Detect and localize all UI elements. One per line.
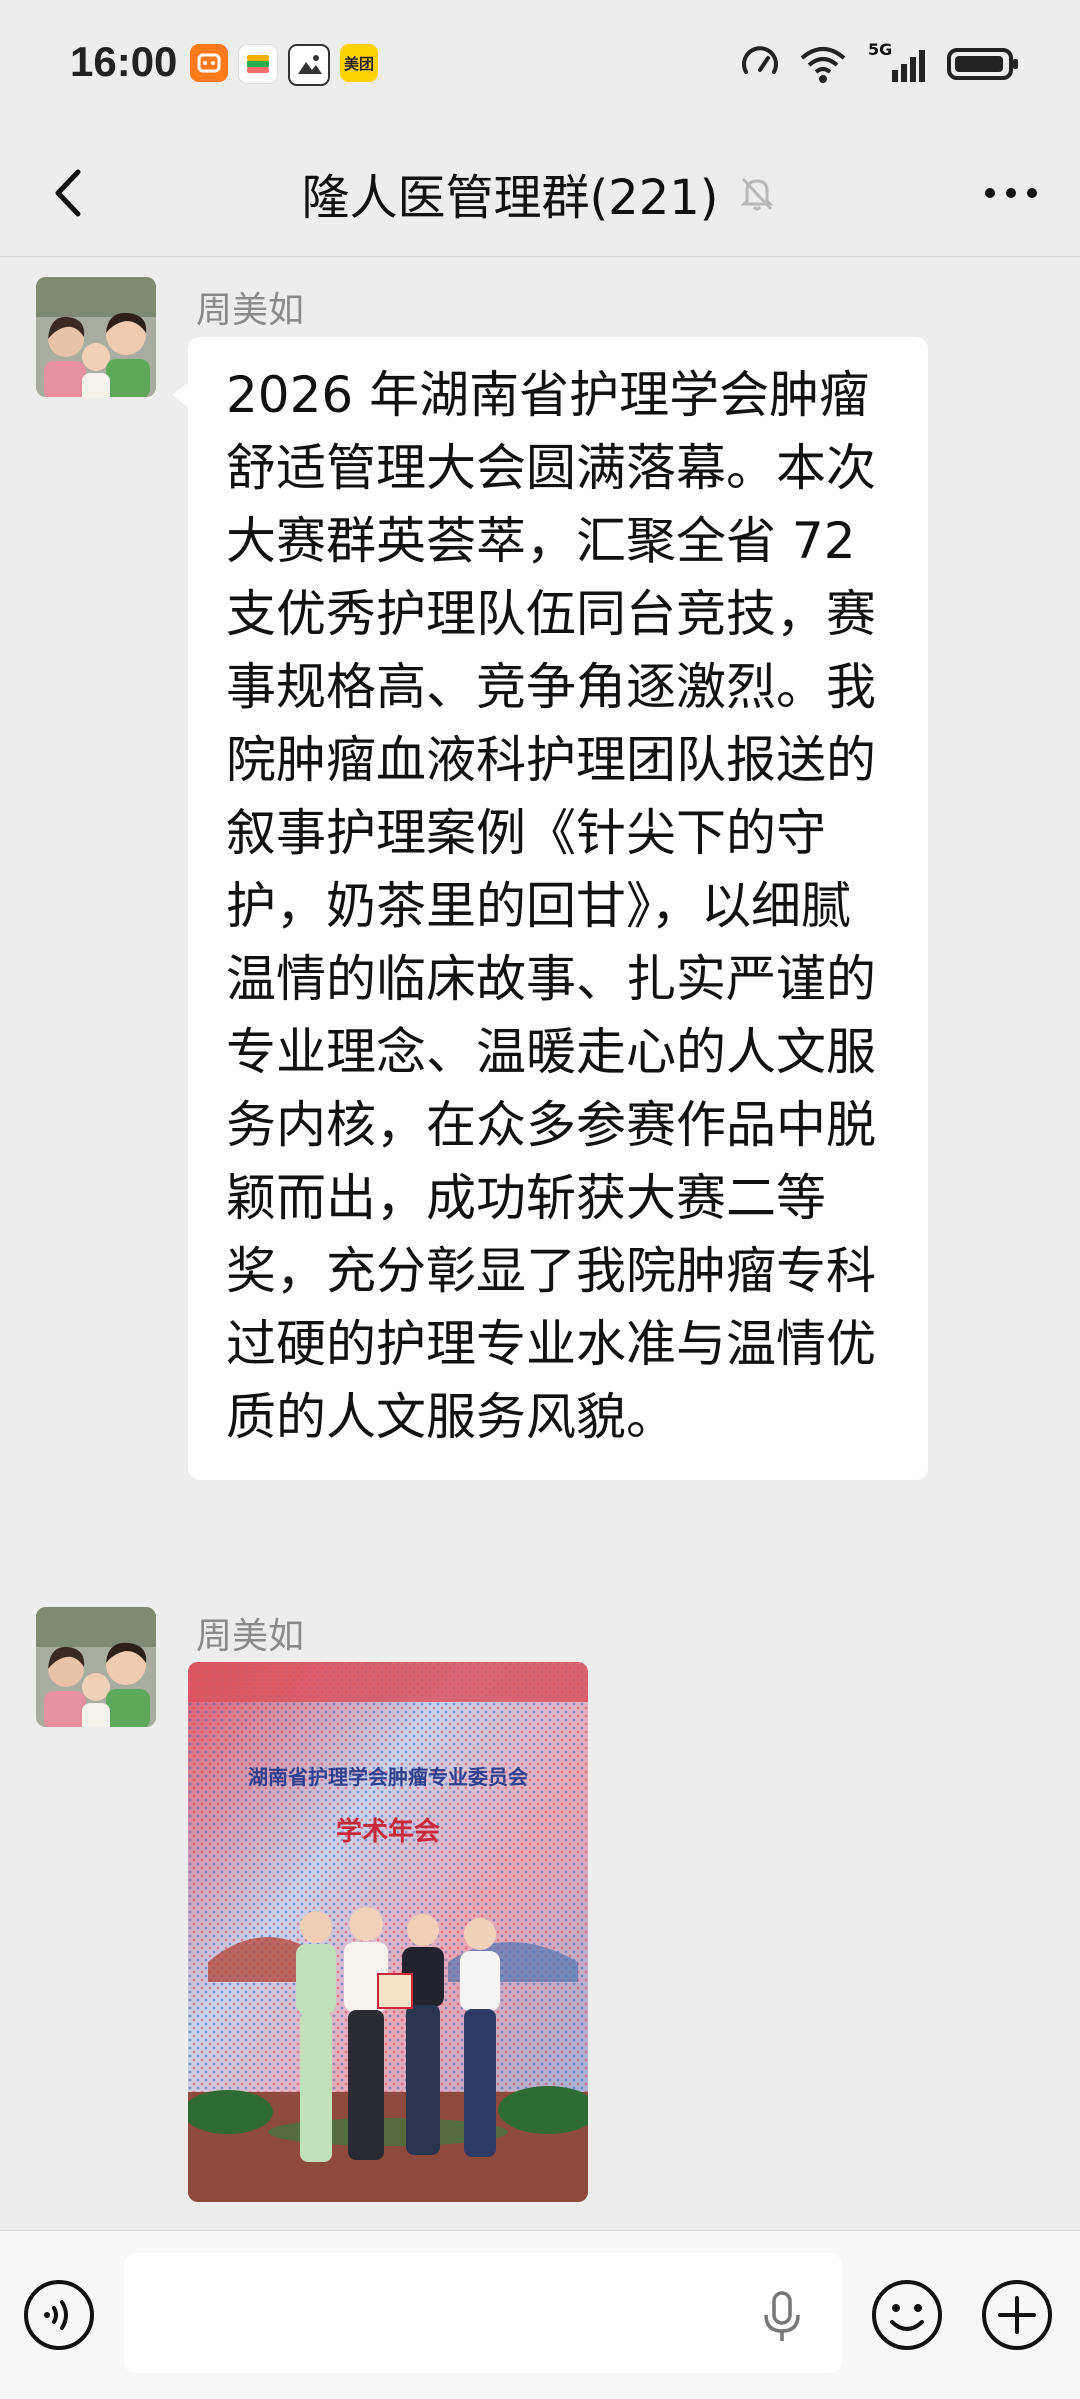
status-bar: 16:00 美团 5G [0, 0, 1080, 130]
avatar[interactable] [36, 277, 156, 397]
meituan-label: 美团 [343, 54, 374, 73]
wallet-icon [238, 44, 278, 84]
text-message-bubble[interactable]: 2026 年湖南省护理学会肿瘤舒适管理大会圆满落幕。本次大赛群英荟萃，汇聚全省 … [172, 337, 928, 1480]
meituan-icon: 美团 [340, 44, 378, 82]
more-options-button[interactable] [976, 158, 1046, 228]
sender-name: 周美如 [196, 290, 305, 331]
mute-bell-icon [739, 177, 774, 211]
chat-message: 周美如 2026 年湖南省护理学会肿瘤舒适管理大会圆满落幕。本次大赛群英荟萃，汇… [0, 267, 1080, 1587]
chat-title: 隆人医管理群(221) [301, 170, 719, 226]
taobao-icon [190, 44, 228, 82]
banner-title: 湖南省护理学会肿瘤专业委员会 [248, 1765, 528, 1789]
avatar-photo [36, 1607, 156, 1727]
more-dots-icon [985, 188, 1037, 198]
cellular-signal: 5G [864, 40, 930, 86]
avatar-photo [36, 277, 156, 397]
emoji-icon [872, 2280, 942, 2350]
wifi-icon [800, 47, 846, 83]
signal-bars-icon [892, 50, 925, 82]
banner-subtitle: 学术年会 [336, 1816, 440, 1847]
sender-name: 周美如 [196, 1616, 305, 1657]
input-bar [0, 2230, 1080, 2399]
speedometer-icon [742, 46, 778, 74]
voice-mode-icon [24, 2280, 94, 2350]
microphone-button[interactable] [760, 2289, 804, 2345]
avatar[interactable] [36, 1607, 156, 1727]
image-message[interactable]: 湖南省护理学会肿瘤专业委员会 学术年会 [188, 1662, 588, 2202]
emoji-button[interactable] [868, 2276, 946, 2354]
battery-icon [947, 48, 1018, 80]
system-status: 5G [738, 40, 1020, 86]
status-time: 16:00 [70, 38, 178, 85]
microphone-icon [764, 2291, 800, 2341]
plus-icon [982, 2280, 1052, 2350]
plus-button[interactable] [978, 2276, 1056, 2354]
chat-header: 隆人医管理群(221) [0, 130, 1080, 257]
voice-mode-button[interactable] [20, 2276, 98, 2354]
chat-title-area: 隆人医管理群(221) [0, 158, 1080, 228]
message-input[interactable] [124, 2253, 842, 2373]
photo-icon [288, 44, 330, 86]
chat-message: 周美如 湖南省护理学会肿瘤专业委员会 学术年会 [0, 1607, 1080, 2247]
notification-icons: 美团 [190, 44, 378, 86]
event-photo: 湖南省护理学会肿瘤专业委员会 学术年会 [188, 1662, 588, 2202]
chat-message-list[interactable]: 周美如 2026 年湖南省护理学会肿瘤舒适管理大会圆满落幕。本次大赛群英荟萃，汇… [0, 257, 1080, 2230]
